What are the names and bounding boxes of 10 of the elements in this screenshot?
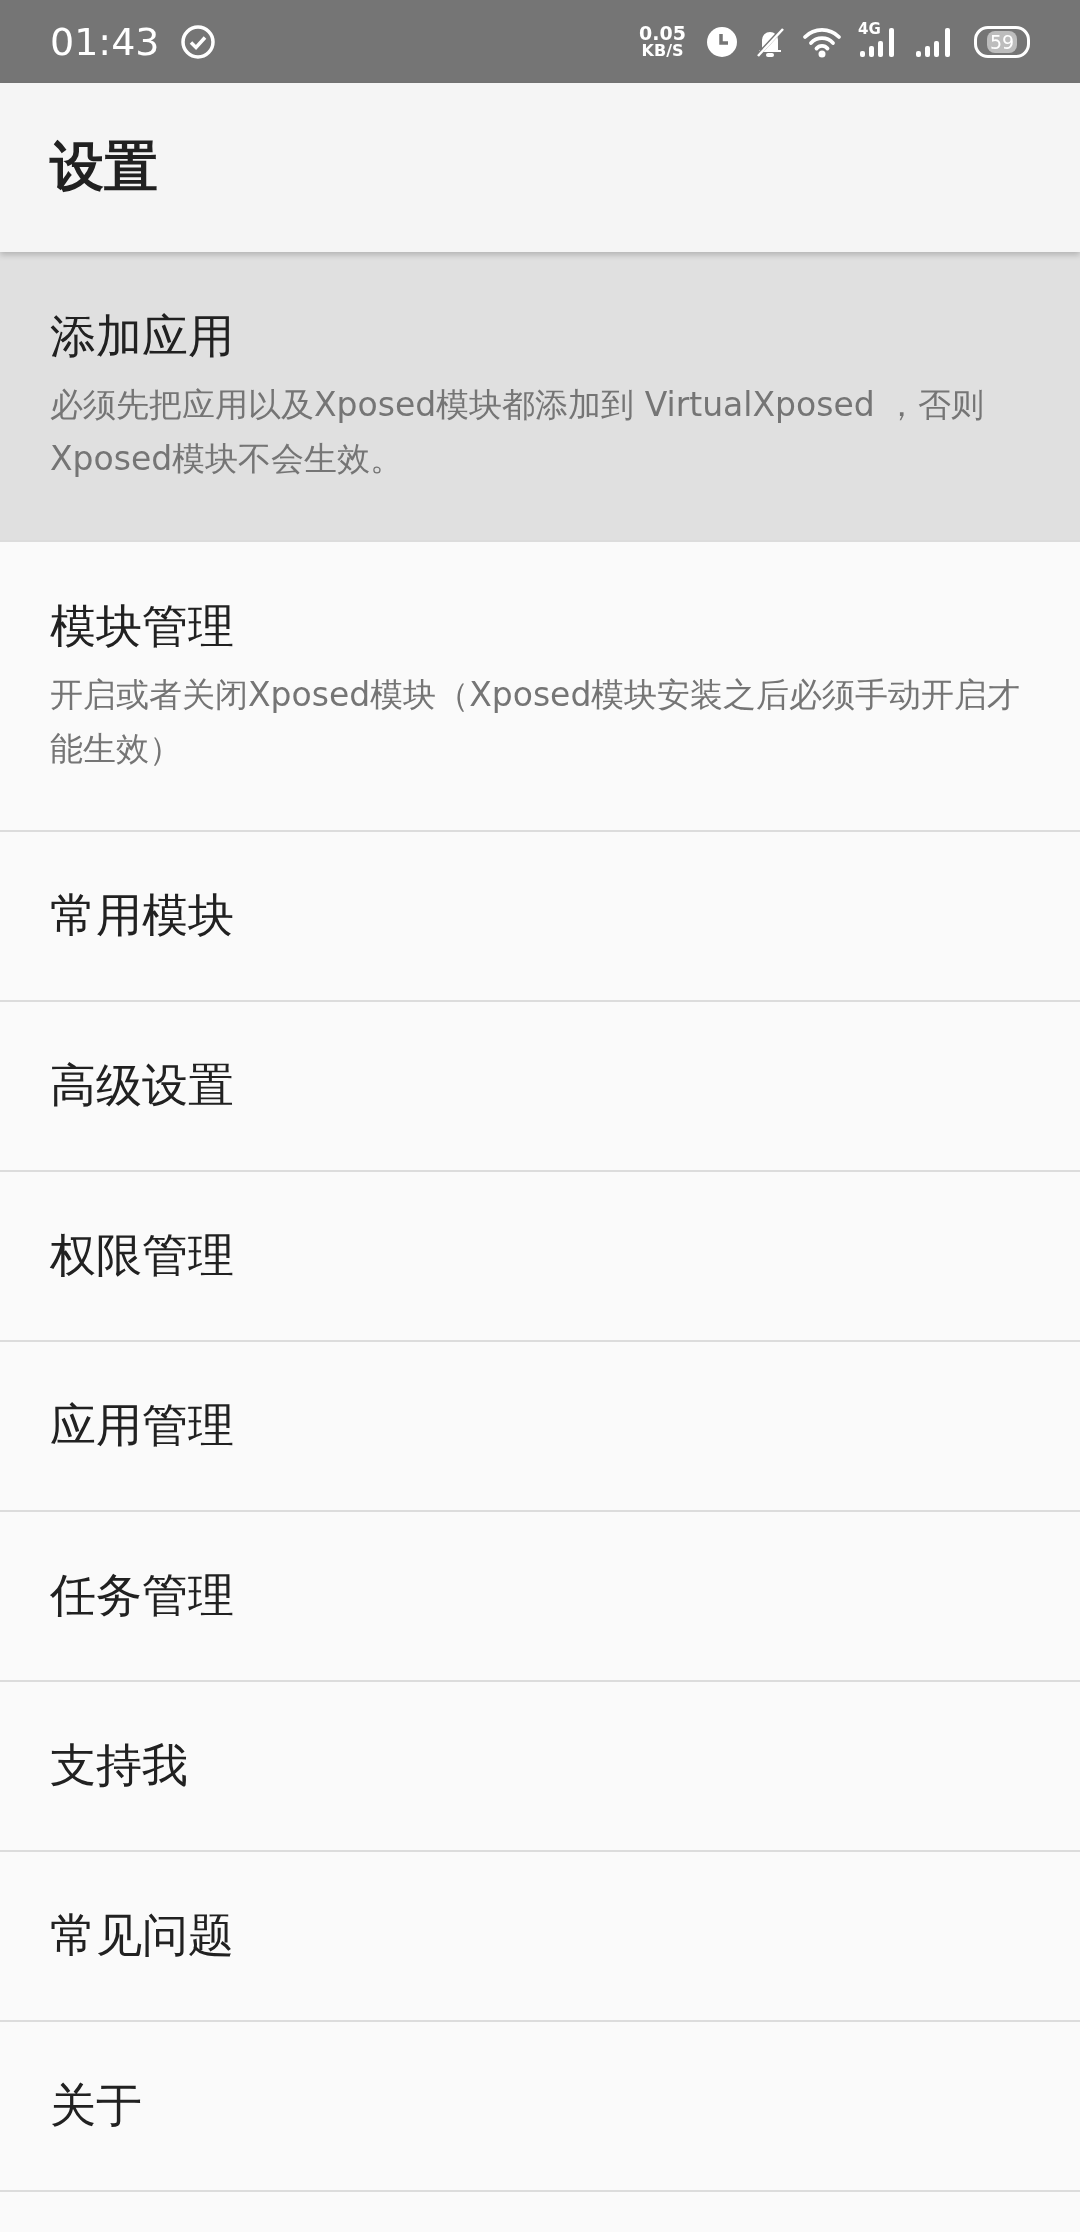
wifi-icon (802, 25, 842, 58)
clock-time: 01:43 (50, 19, 160, 64)
settings-item[interactable]: 添加应用 必须先把应用以及Xposed模块都添加到 VirtualXposed ，否则Xposed模块不会生效。 (0, 252, 1080, 542)
battery-indicator: 59 (974, 25, 1030, 58)
check-circle-icon (179, 23, 216, 60)
page-title: 设置 (50, 134, 158, 200)
alarm-clock-icon (706, 25, 738, 58)
network-speed-unit: KB/S (641, 43, 684, 59)
network-speed: 0.05 (639, 24, 686, 43)
network-type-label: 4G (858, 19, 881, 38)
